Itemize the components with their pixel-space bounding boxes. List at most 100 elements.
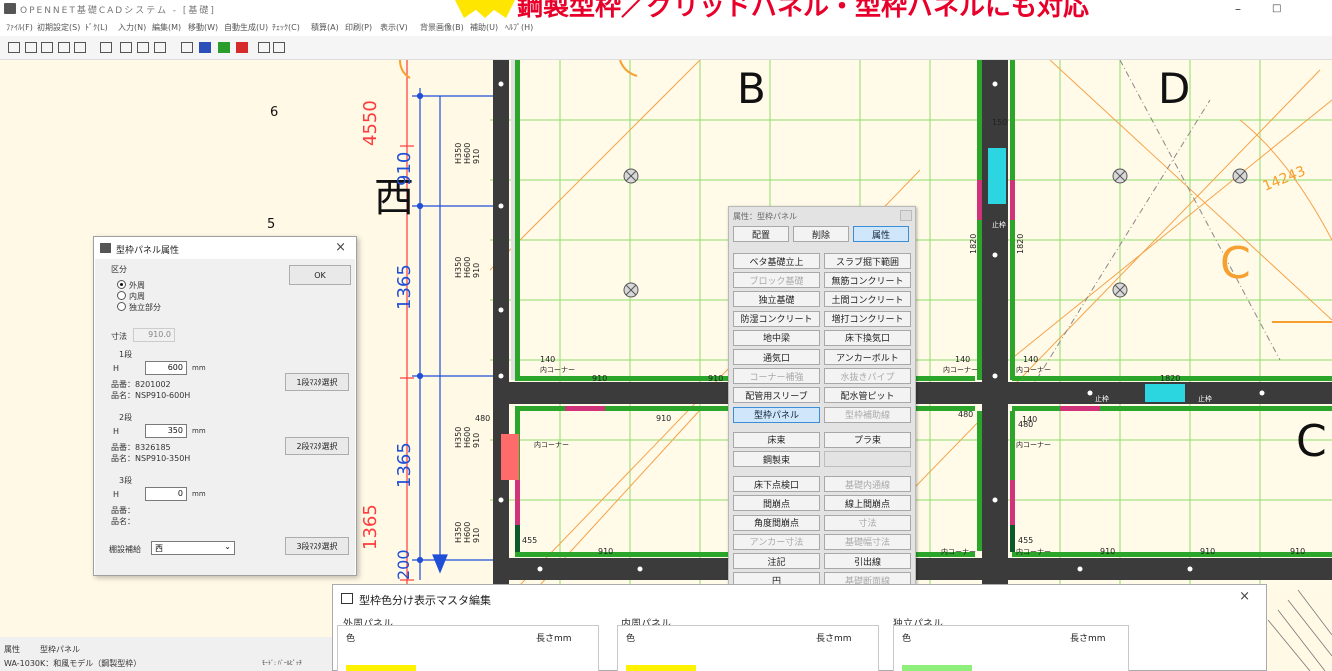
integrate-icon[interactable] (233, 39, 250, 56)
menu-item-8[interactable]: 積算(A) (311, 22, 339, 33)
attr-button-3-0[interactable]: 防湿コンクリート (733, 310, 820, 327)
inner-color-col: 色 (626, 634, 636, 644)
independent-color-col: 色 (902, 634, 912, 644)
attr-button-14-1[interactable]: 基礎幅寸法 (824, 533, 911, 550)
radio-inner[interactable] (117, 291, 126, 300)
menu-item-11[interactable]: 背景画像(B) (420, 22, 464, 33)
attr-button-0-1[interactable]: スラブ掘下範囲 (824, 253, 911, 269)
tier3-unit: mm (192, 490, 206, 498)
window-icon[interactable] (134, 39, 151, 56)
line-icon[interactable] (97, 39, 114, 56)
new-icon[interactable] (5, 39, 22, 56)
color-dialog-close-button[interactable]: × (1239, 589, 1250, 604)
attr-button-2-1[interactable]: 土間コンクリート (824, 291, 911, 308)
menu-item-9[interactable]: 印刷(P) (345, 22, 372, 33)
menu-item-0[interactable]: ﾌｧｲﾙ(F) (6, 22, 33, 33)
save-icon[interactable] (55, 39, 72, 56)
attribute-panel: 属性：型枠パネル 配置 削除 属性 ベタ基礎立上 スラブ掘下範囲 ブロック基礎 無筋コンクリ… (728, 206, 916, 610)
app-icon (4, 3, 16, 14)
attr-button-13-0[interactable]: 角度間崩点 (733, 514, 820, 531)
attr-tab-1[interactable]: 削除 (793, 226, 849, 242)
dialog-close-button[interactable]: × (335, 240, 346, 255)
attr-button-7-0[interactable]: 配管用スリーブ (733, 387, 820, 404)
tier1-title: 1段 (119, 350, 133, 359)
menu-item-4[interactable]: 編集(M) (152, 22, 181, 33)
attr-button-12-1[interactable]: 線上間崩点 (824, 495, 911, 512)
attr-button-6-1[interactable]: 水抜きパイプ (824, 368, 911, 385)
attr-button-4-0[interactable]: 地中梁 (733, 329, 820, 346)
attr-button-1-1[interactable]: 無筋コンクリート (824, 272, 911, 289)
attr-button-15-0[interactable]: 注記 (733, 553, 820, 569)
attribute-panel-close-icon[interactable] (900, 210, 912, 221)
segment-label: 910 (1290, 547, 1306, 556)
attr-tab-2[interactable]: 属性 (853, 226, 909, 242)
attr-button-11-1[interactable]: 基礎内通線 (824, 476, 911, 493)
open-folder-icon[interactable] (38, 39, 55, 56)
attr-tab-0[interactable]: 配置 (733, 226, 789, 242)
attr-button-8-1[interactable]: 型枠補助線 (824, 406, 911, 423)
attr-button-15-1[interactable]: 引出線 (824, 553, 911, 569)
attr-button-10-0[interactable]: 鋼製束 (733, 451, 820, 467)
menu-item-13[interactable]: ﾍﾙﾌﾟ(H) (505, 22, 533, 33)
tier3-height-input[interactable]: 0 (145, 487, 187, 501)
rect-icon[interactable] (117, 39, 134, 56)
tier1-master-button[interactable]: 1段ﾏｽﾀ選択 (285, 373, 349, 391)
independent-color-swatch[interactable] (902, 665, 972, 671)
menu-item-6[interactable]: 自動生成(U) (224, 22, 268, 33)
attr-button-4-1[interactable]: 床下換気口 (824, 329, 911, 346)
redo-icon[interactable] (270, 39, 287, 56)
attr-button-6-0[interactable]: コーナー補強 (733, 368, 820, 385)
panel-tag: H600 (463, 256, 472, 278)
menu-item-5[interactable]: 移動(W) (188, 22, 218, 33)
ok-button[interactable]: OK (289, 265, 351, 285)
radio-outer[interactable] (117, 280, 126, 289)
attr-button-11-0[interactable]: 床下点検口 (733, 476, 820, 493)
row-label-6: 6 (270, 105, 279, 120)
chair-icon[interactable] (178, 39, 195, 56)
status-bar: 属性 型枠パネル WA-1030K：和風モデル（鋼製型枠） ﾓｰﾄﾞ: ﾊﾞｰﾙ… (0, 637, 332, 671)
grid-letter-d: D (1158, 64, 1191, 113)
grid-icon[interactable] (151, 39, 168, 56)
menu-item-1[interactable]: 初期設定(S) (37, 22, 80, 33)
attr-button-13-1[interactable]: 寸法 (824, 514, 911, 531)
chevron-down-icon: ⌄ (224, 542, 231, 551)
corner-label: 内コーナー (941, 548, 976, 556)
save-as-icon[interactable] (71, 39, 88, 56)
outer-color-swatch[interactable] (346, 665, 416, 671)
menu-item-3[interactable]: 入力(N) (118, 22, 146, 33)
radio-independent[interactable] (117, 302, 126, 311)
attr-button-5-1[interactable]: アンカーボルト (824, 349, 911, 365)
attr-button-5-0[interactable]: 通気口 (733, 349, 820, 365)
status-attr-value: 型枠パネル (40, 645, 80, 654)
calculator-icon[interactable] (196, 39, 213, 56)
attr-button-0-0[interactable]: ベタ基礎立上 (733, 253, 820, 269)
open-icon[interactable] (22, 39, 39, 56)
inner-color-swatch[interactable] (626, 665, 696, 671)
tier2-height-input[interactable]: 350 (145, 424, 187, 438)
sunpo-field[interactable]: 910.0 (133, 328, 175, 342)
direction-label: 棚設補給 (109, 545, 141, 554)
direction-select[interactable]: 西 ⌄ (151, 541, 235, 555)
attr-button-9-0[interactable]: 床束 (733, 431, 820, 448)
menu-item-10[interactable]: 表示(V) (380, 22, 408, 33)
segment-label: 910 (1100, 547, 1116, 556)
segment-label: 480 (475, 414, 491, 423)
menu-item-7[interactable]: ﾁｪｯｸ(C) (272, 22, 300, 33)
tier2-master-button[interactable]: 2段ﾏｽﾀ選択 (285, 437, 349, 455)
tier1-height-input[interactable]: 600 (145, 361, 187, 375)
attr-button-8-0[interactable]: 型枠パネル (733, 406, 820, 423)
tier3-master-button[interactable]: 3段ﾏｽﾀ選択 (285, 537, 349, 555)
check-icon[interactable] (215, 39, 232, 56)
attr-button-3-1[interactable]: 増打コンクリート (824, 310, 911, 327)
tier1-unit: mm (192, 364, 206, 372)
attr-button-1-0[interactable]: ブロック基礎 (733, 272, 820, 289)
menu-item-12[interactable]: 補助(U) (470, 22, 498, 33)
segment-label: 910 (1200, 547, 1216, 556)
attr-button-2-0[interactable]: 独立基礎 (733, 291, 820, 308)
menu-item-2[interactable]: ﾄﾞｸ(L) (85, 22, 108, 33)
attr-button-9-1[interactable]: プラ束 (824, 431, 911, 448)
attr-button-12-0[interactable]: 間崩点 (733, 495, 820, 512)
attr-button-14-0[interactable]: アンカー寸法 (733, 533, 820, 550)
panel-tag: H600 (463, 426, 472, 448)
attr-button-7-1[interactable]: 配水管ピット (824, 387, 911, 404)
